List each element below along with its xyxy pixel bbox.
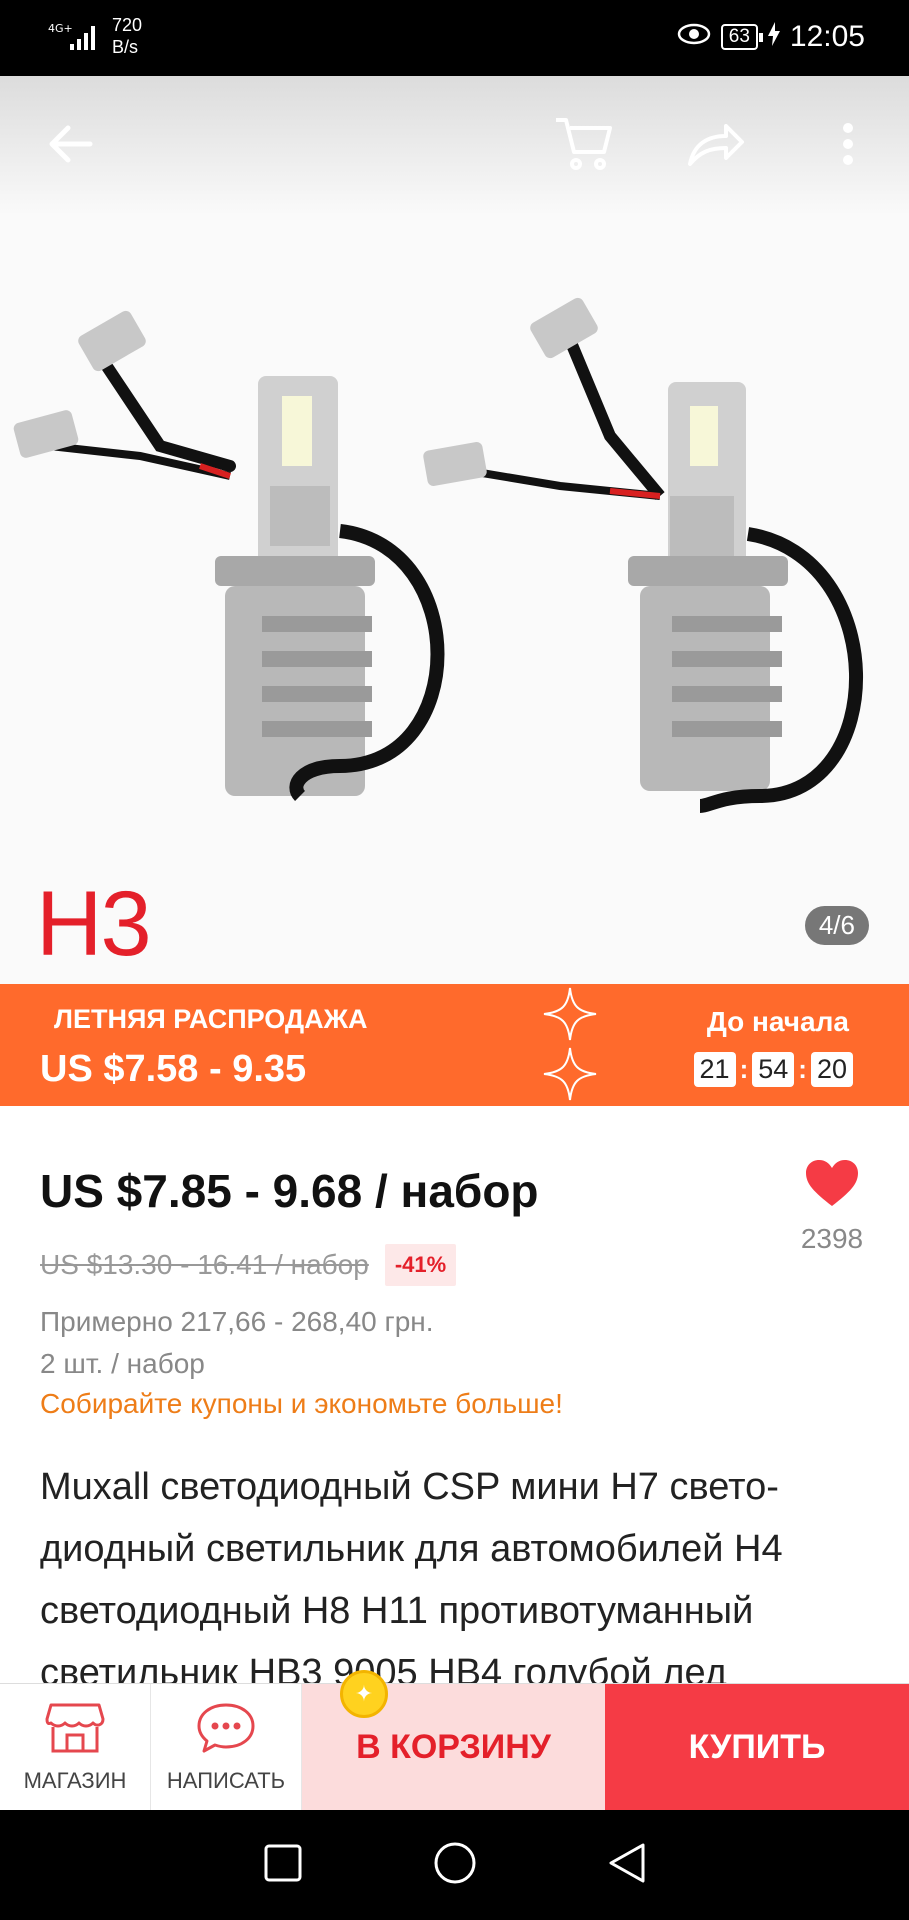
countdown-separator: :	[739, 1054, 749, 1084]
countdown-minutes: 54	[752, 1052, 795, 1087]
sale-price: US $7.58 - 9.35	[40, 1048, 307, 1090]
heart-icon	[804, 1160, 860, 1212]
network-speed-value: 720	[112, 15, 143, 35]
cart-button[interactable]	[552, 114, 616, 178]
status-bar: 4G+ 720 B/s 63 12:05	[0, 0, 909, 76]
cart-icon	[554, 116, 614, 177]
more-options-button[interactable]	[816, 114, 880, 178]
countdown-label: До начала	[706, 1006, 849, 1037]
system-navigation-bar	[0, 1810, 909, 1920]
back-arrow-icon	[46, 124, 94, 169]
right-bulb	[423, 297, 864, 813]
svg-text:4G+: 4G+	[48, 22, 73, 35]
eye-icon	[677, 20, 711, 54]
network-speed-unit: B/s	[112, 37, 139, 57]
countdown-separator: :	[798, 1054, 807, 1084]
bottom-action-bar: МАГАЗИН НАПИСАТЬ В КОРЗИНУ КУПИТЬ	[0, 1683, 909, 1811]
home-button[interactable]	[433, 1841, 477, 1890]
share-icon	[686, 120, 746, 173]
discount-badge: -41%	[384, 1244, 457, 1286]
signal-icon: 4G+	[48, 20, 100, 57]
image-page-counter: 4/6	[804, 906, 869, 945]
original-price: US $13.30 - 16.41 / набор	[40, 1249, 369, 1280]
store-label: МАГАЗИН	[23, 1768, 127, 1793]
message-button[interactable]: НАПИСАТЬ	[151, 1684, 302, 1811]
sale-title: ЛЕТНЯЯ РАСПРОДАЖА	[54, 1004, 368, 1034]
add-to-cart-label: В КОРЗИНУ	[356, 1728, 551, 1766]
more-icon	[842, 122, 854, 171]
share-button[interactable]	[684, 114, 748, 178]
image-overlay-label: H3	[36, 873, 152, 975]
countdown-seconds: 20	[810, 1052, 853, 1087]
top-navigation	[0, 76, 909, 216]
status-right: 63 12:05	[677, 20, 865, 54]
pieces-per-set: 2 шт. / набор	[40, 1348, 205, 1379]
coupon-link[interactable]: Собирайте купоны и экономьте больше!	[40, 1388, 563, 1420]
current-price: US $7.85 - 9.68 / набор	[40, 1165, 539, 1217]
back-nav-button[interactable]	[607, 1841, 647, 1890]
sale-banner[interactable]: ЛЕТНЯЯ РАСПРОДАЖА US $7.58 - 9.35 До нач…	[0, 984, 909, 1106]
recents-button[interactable]	[263, 1843, 303, 1888]
sparkle-decoration	[543, 987, 597, 1101]
triangle-back-icon	[609, 1843, 644, 1882]
original-price-row: US $13.30 - 16.41 / набор -41%	[40, 1244, 457, 1286]
buy-now-button[interactable]: КУПИТЬ	[605, 1684, 909, 1811]
store-button[interactable]: МАГАЗИН	[0, 1684, 151, 1811]
coin-icon[interactable]: ✦	[340, 1670, 388, 1718]
chat-icon	[196, 1701, 256, 1760]
buy-now-label: КУПИТЬ	[688, 1728, 826, 1766]
countdown-hours: 21	[693, 1052, 736, 1087]
left-bulb	[13, 310, 445, 801]
battery-indicator: 63	[720, 24, 764, 50]
charging-icon	[767, 20, 780, 54]
network-speed: 720 B/s	[112, 14, 142, 58]
circle-icon	[434, 1842, 475, 1883]
approximate-price: Примерно 217,66 - 268,40 грн.	[40, 1306, 434, 1337]
square-icon	[264, 1844, 301, 1881]
message-label: НАПИСАТЬ	[166, 1768, 286, 1793]
product-title: Muxall светодиодный CSP мини H7 свето-ди…	[40, 1466, 783, 1684]
clock: 12:05	[789, 20, 865, 53]
countdown-timer: 21 : 54 : 20	[693, 1052, 853, 1087]
back-button[interactable]	[38, 114, 102, 178]
wishlist-count: 2398	[800, 1223, 864, 1254]
store-icon	[45, 1701, 105, 1760]
wishlist-button[interactable]: 2398	[787, 1158, 877, 1255]
